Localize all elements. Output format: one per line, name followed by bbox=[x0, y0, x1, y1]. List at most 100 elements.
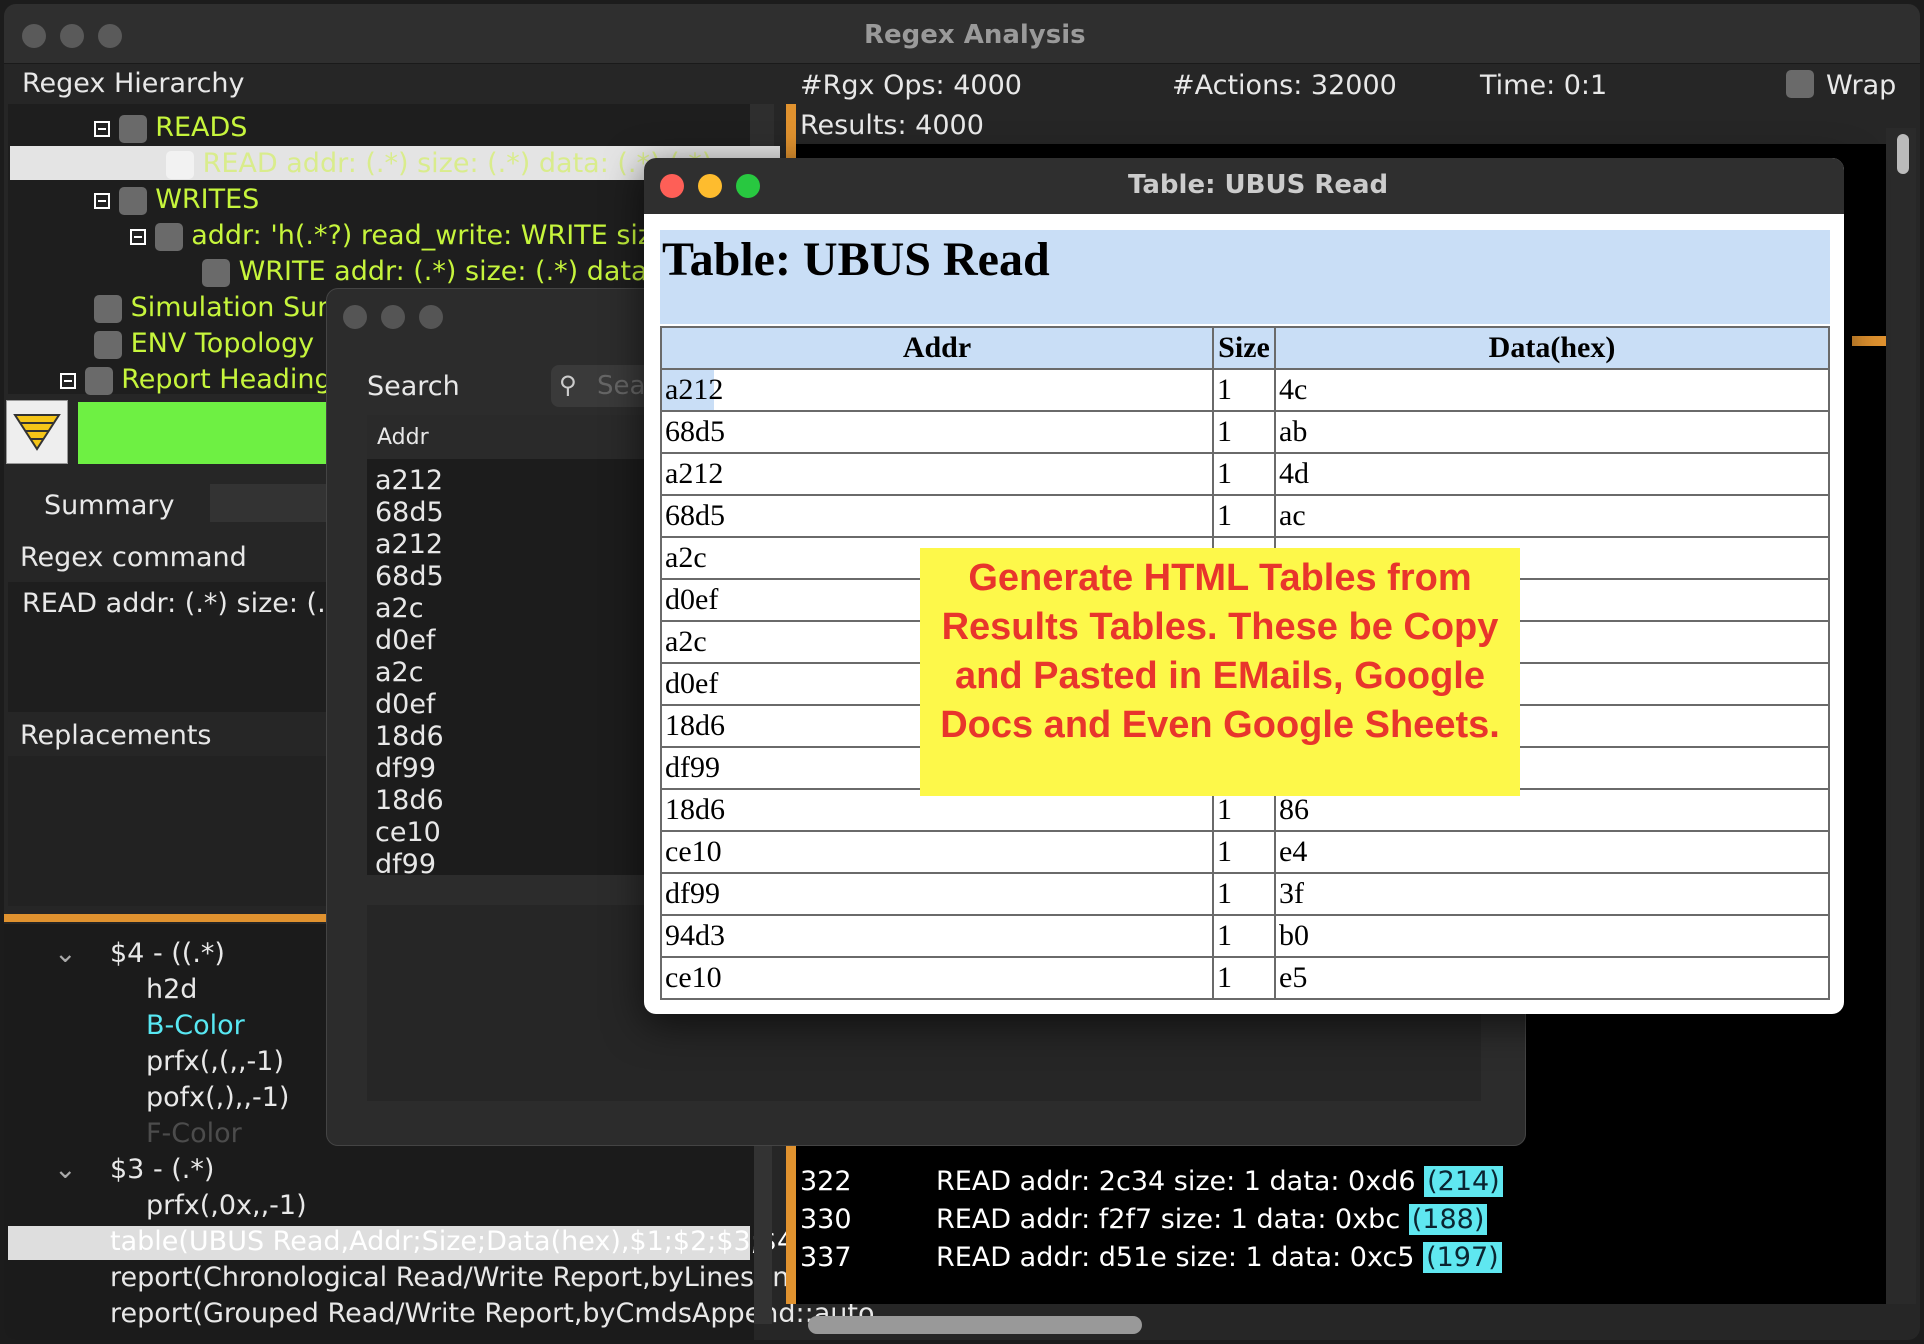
cell-size[interactable]: 1 bbox=[1212, 872, 1276, 916]
cell-size[interactable]: 1 bbox=[1212, 410, 1276, 454]
addr-list-item[interactable]: df99 bbox=[375, 849, 444, 881]
regex-command-editor[interactable]: READ addr: (.*) size: (.*) c bbox=[8, 582, 373, 712]
cell-size[interactable]: 1 bbox=[1212, 452, 1276, 496]
action-item[interactable]: h2d bbox=[146, 974, 197, 1005]
tree-item-addr-regex[interactable]: addr: 'h(.*?) read_write: WRITE size: 'h bbox=[130, 220, 711, 251]
zoom-button[interactable] bbox=[736, 174, 760, 198]
action-item[interactable]: prfx(,(,,-1) bbox=[146, 1046, 284, 1077]
filter-button[interactable] bbox=[6, 400, 68, 464]
cell-data[interactable]: ab bbox=[1274, 410, 1830, 454]
tree-item-report-headings[interactable]: Report Headings bbox=[60, 364, 346, 395]
addr-list-item[interactable]: 18d6 bbox=[375, 721, 444, 753]
cell-addr[interactable]: 68d5 bbox=[660, 494, 1214, 538]
checkbox[interactable] bbox=[84, 366, 113, 395]
result-text[interactable]: READ addr: d51e size: 1 data: 0xc5 (197) bbox=[936, 1242, 1502, 1273]
collapse-icon[interactable] bbox=[94, 192, 110, 209]
tree-item-env-topology[interactable]: ENV Topology bbox=[94, 328, 314, 359]
cell-addr[interactable]: df99 bbox=[660, 872, 1214, 916]
addr-list-item[interactable]: 18d6 bbox=[375, 785, 444, 817]
table-row[interactable]: 68d5 1 ab bbox=[660, 410, 1830, 454]
minimize-button[interactable] bbox=[60, 24, 84, 48]
action-item[interactable]: B-Color bbox=[146, 1010, 245, 1041]
group-4[interactable]: ⌄ bbox=[54, 938, 77, 969]
checkbox[interactable] bbox=[118, 186, 147, 215]
action-group-label[interactable]: $4 - ((.*) bbox=[110, 938, 225, 969]
summary-field[interactable] bbox=[210, 484, 330, 522]
cell-data[interactable]: 3f bbox=[1274, 872, 1830, 916]
tree-item-writes[interactable]: WRITES bbox=[94, 184, 259, 215]
table-row[interactable]: a212 1 4d bbox=[660, 452, 1830, 496]
cell-data[interactable]: 4d bbox=[1274, 452, 1830, 496]
close-button[interactable] bbox=[22, 24, 46, 48]
addr-list-item[interactable]: d0ef bbox=[375, 625, 444, 657]
header-size[interactable]: Size bbox=[1212, 326, 1276, 370]
addr-list-item[interactable]: ce10 bbox=[375, 817, 444, 849]
cell-size[interactable]: 1 bbox=[1212, 914, 1276, 958]
wrap-checkbox[interactable] bbox=[1786, 70, 1814, 98]
zoom-button[interactable] bbox=[419, 305, 443, 329]
checkbox[interactable] bbox=[166, 150, 194, 179]
cell-addr[interactable]: ce10 bbox=[660, 956, 1214, 1000]
addr-list-item[interactable]: a2c bbox=[375, 593, 444, 625]
addr-list-item[interactable]: d0ef bbox=[375, 689, 444, 721]
chevron-down-icon[interactable]: ⌄ bbox=[54, 938, 77, 969]
table-row[interactable]: df99 1 3f bbox=[660, 872, 1830, 916]
chevron-down-icon[interactable]: ⌄ bbox=[54, 1154, 77, 1185]
cell-addr[interactable]: a212 bbox=[660, 368, 1214, 412]
cell-size[interactable]: 1 bbox=[1212, 830, 1276, 874]
minimize-button[interactable] bbox=[381, 305, 405, 329]
collapse-icon[interactable] bbox=[94, 120, 110, 137]
close-button[interactable] bbox=[660, 174, 684, 198]
cell-size[interactable]: 1 bbox=[1212, 494, 1276, 538]
addr-list-item[interactable]: 68d5 bbox=[375, 497, 444, 529]
results-vscrollbar[interactable] bbox=[1886, 128, 1916, 1304]
checkbox[interactable] bbox=[202, 258, 230, 287]
collapse-icon[interactable] bbox=[130, 228, 146, 245]
header-addr[interactable]: Addr bbox=[660, 326, 1214, 370]
addr-list-item[interactable]: 68d5 bbox=[375, 561, 444, 593]
table-row[interactable]: ce10 1 e5 bbox=[660, 956, 1830, 1000]
table-row[interactable]: 94d3 1 b0 bbox=[660, 914, 1830, 958]
tree-item-reads[interactable]: READS bbox=[94, 112, 247, 143]
close-button[interactable] bbox=[343, 305, 367, 329]
action-item[interactable]: F-Color bbox=[146, 1118, 242, 1149]
addr-list-item[interactable]: a212 bbox=[375, 529, 444, 561]
collapse-icon[interactable] bbox=[60, 372, 76, 389]
action-item[interactable]: prfx(,0x,,-1) bbox=[146, 1190, 307, 1221]
table-row[interactable]: a212 1 4c bbox=[660, 368, 1830, 412]
splitter-bar[interactable] bbox=[4, 914, 334, 922]
cell-addr[interactable]: ce10 bbox=[660, 830, 1214, 874]
action-item[interactable]: pofx(,),,-1) bbox=[146, 1082, 289, 1113]
checkbox[interactable] bbox=[154, 222, 183, 251]
zoom-button[interactable] bbox=[98, 24, 122, 48]
header-data[interactable]: Data(hex) bbox=[1274, 326, 1830, 370]
addr-list-item[interactable]: a212 bbox=[375, 465, 444, 497]
group-3[interactable]: ⌄ bbox=[54, 1154, 77, 1185]
checkbox[interactable] bbox=[118, 114, 147, 143]
cell-data[interactable]: 4c bbox=[1274, 368, 1830, 412]
table-row[interactable]: 68d5 1 ac bbox=[660, 494, 1830, 538]
hscroll-thumb[interactable] bbox=[808, 1316, 1142, 1334]
addr-list-item[interactable]: df99 bbox=[375, 753, 444, 785]
tree-item-read-regex[interactable]: READ addr: (.*) size: (.*) data: (.*) (.… bbox=[166, 148, 712, 179]
cell-size[interactable]: 1 bbox=[1212, 368, 1276, 412]
result-text[interactable]: READ addr: f2f7 size: 1 data: 0xbc (188) bbox=[936, 1204, 1488, 1235]
vscroll-thumb[interactable] bbox=[1897, 134, 1909, 174]
result-text[interactable]: READ addr: 2c34 size: 1 data: 0xd6 (214) bbox=[936, 1166, 1503, 1197]
action-item[interactable]: report(Chronological Read/Write Report,b… bbox=[110, 1262, 864, 1293]
cell-data[interactable]: b0 bbox=[1274, 914, 1830, 958]
cell-data[interactable]: e4 bbox=[1274, 830, 1830, 874]
addr-list-item[interactable]: a2c bbox=[375, 657, 444, 689]
cell-addr[interactable]: a212 bbox=[660, 452, 1214, 496]
cell-addr[interactable]: 68d5 bbox=[660, 410, 1214, 454]
action-item-selected[interactable]: table(UBUS Read,Addr;Size;Data(hex),$1;$… bbox=[110, 1226, 840, 1257]
cell-data[interactable]: e5 bbox=[1274, 956, 1830, 1000]
minimize-button[interactable] bbox=[698, 174, 722, 198]
cell-addr[interactable]: 94d3 bbox=[660, 914, 1214, 958]
action-group-label[interactable]: $3 - (.*) bbox=[110, 1154, 214, 1185]
table-row[interactable]: ce10 1 e4 bbox=[660, 830, 1830, 874]
cell-size[interactable]: 1 bbox=[1212, 956, 1276, 1000]
cell-data[interactable]: ac bbox=[1274, 494, 1830, 538]
checkbox[interactable] bbox=[94, 294, 122, 323]
checkbox[interactable] bbox=[94, 330, 122, 359]
